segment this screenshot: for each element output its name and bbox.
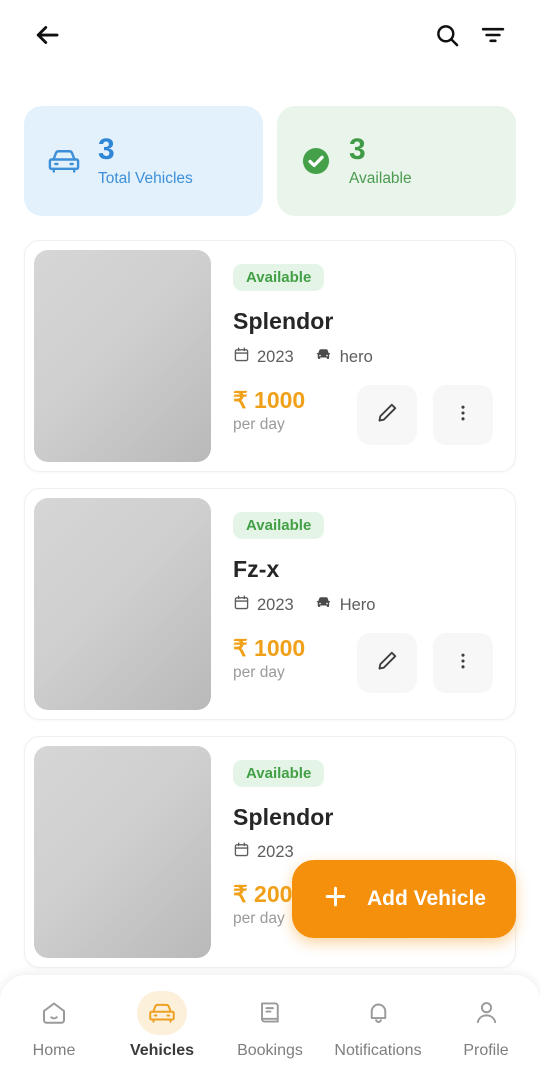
car-front-icon [46,143,82,179]
vehicle-price-unit: per day [233,664,285,682]
calendar-icon [233,594,250,616]
edit-vehicle-button[interactable] [357,633,417,693]
nav-item-vehicles[interactable]: Vehicles [108,990,216,1060]
vehicle-footer: ₹ 1000 per day [233,633,493,693]
car-icon [314,593,333,617]
plus-icon [322,883,349,916]
nav-item-notifications[interactable]: Notifications [324,991,432,1060]
nav-item-home[interactable]: Home [0,991,108,1060]
vehicle-year-label: 2023 [257,842,294,861]
vehicle-list: Available Splendor 2023 hero ₹ 1000 per … [0,216,540,968]
arrow-left-icon [32,20,62,50]
vehicle-actions [357,633,493,693]
vehicle-year-label: 2023 [257,595,294,614]
edit-vehicle-button[interactable] [357,385,417,445]
add-vehicle-label: Add Vehicle [366,887,486,910]
nav-label-profile: Profile [463,1041,509,1059]
check-circle-icon [299,144,333,178]
filter-button[interactable] [470,12,516,58]
table-row[interactable]: Available Fz-x 2023 Hero ₹ 1000 per day [24,488,516,720]
pencil-icon [376,649,399,677]
stat-text-total-vehicles: 3 Total Vehicles [98,134,193,189]
home-icon [29,991,79,1035]
vehicle-actions [357,385,493,445]
nav-item-profile[interactable]: Profile [432,991,540,1060]
vehicle-name: Splendor [233,308,334,334]
nav-label-bookings: Bookings [237,1041,303,1059]
vehicle-year: 2023 [233,594,294,616]
car-front-icon [137,990,187,1035]
bell-icon [353,991,403,1035]
vehicle-name: Fz-x [233,556,280,582]
price-block: ₹ 1000 per day [233,385,357,434]
calendar-icon [233,346,250,368]
nav-label-notifications: Notifications [334,1041,422,1059]
bottom-navigation: Home Vehicles Bookings Notifications Pro… [0,975,540,1075]
vehicle-image [34,498,211,710]
vehicle-price: ₹ 1000 [233,387,306,413]
more-vertical-icon [452,402,474,429]
add-vehicle-button[interactable]: Add Vehicle [291,860,516,938]
stat-card-total-vehicles[interactable]: 3 Total Vehicles [24,106,263,216]
nav-label-vehicles: Vehicles [129,1041,195,1059]
vehicle-footer: ₹ 1000 per day [233,385,493,445]
vehicle-brand-label: hero [339,347,373,366]
price-block: ₹ 1000 per day [233,633,357,682]
search-button[interactable] [424,12,470,58]
stat-value: 3 [98,132,115,166]
status-badge: Available [233,512,325,539]
nav-label-home: Home [32,1041,76,1059]
stat-card-available[interactable]: 3 Available [277,106,516,216]
car-icon [314,345,333,369]
vehicle-brand: hero [314,345,373,369]
more-vertical-icon [452,650,474,677]
filter-icon [479,21,507,49]
status-badge: Available [233,760,325,787]
vehicle-image [34,746,211,958]
stat-value: 3 [349,132,366,166]
vehicle-meta: 2023 Hero [233,593,493,617]
vehicle-image [34,250,211,462]
vehicle-details: Available Fz-x 2023 Hero ₹ 1000 per day [211,489,515,719]
vehicle-brand-label: Hero [339,595,376,614]
vehicle-details: Available Splendor 2023 hero ₹ 1000 per … [211,241,515,471]
nav-item-bookings[interactable]: Bookings [216,991,324,1060]
table-row[interactable]: Available Splendor 2023 hero ₹ 1000 per … [24,240,516,472]
vehicle-name: Splendor [233,804,334,830]
more-options-button[interactable] [433,385,493,445]
book-icon [245,991,295,1035]
stats-row: 3 Total Vehicles 3 Available [0,70,540,216]
more-options-button[interactable] [433,633,493,693]
stat-label: Total Vehicles [98,170,193,188]
vehicle-price: ₹ 1000 [233,635,306,661]
status-badge: Available [233,264,325,291]
stat-label: Available [349,170,412,188]
vehicle-price-unit: per day [233,416,285,434]
search-icon [434,22,461,49]
vehicle-year: 2023 [233,841,294,863]
user-icon [461,991,511,1035]
back-button[interactable] [24,12,70,58]
vehicle-meta: 2023 hero [233,345,493,369]
vehicle-brand: Hero [314,593,376,617]
app-header [0,0,540,70]
calendar-icon [233,841,250,863]
vehicle-year-label: 2023 [257,347,294,366]
vehicle-year: 2023 [233,346,294,368]
stat-text-available: 3 Available [349,134,412,189]
pencil-icon [376,401,399,429]
